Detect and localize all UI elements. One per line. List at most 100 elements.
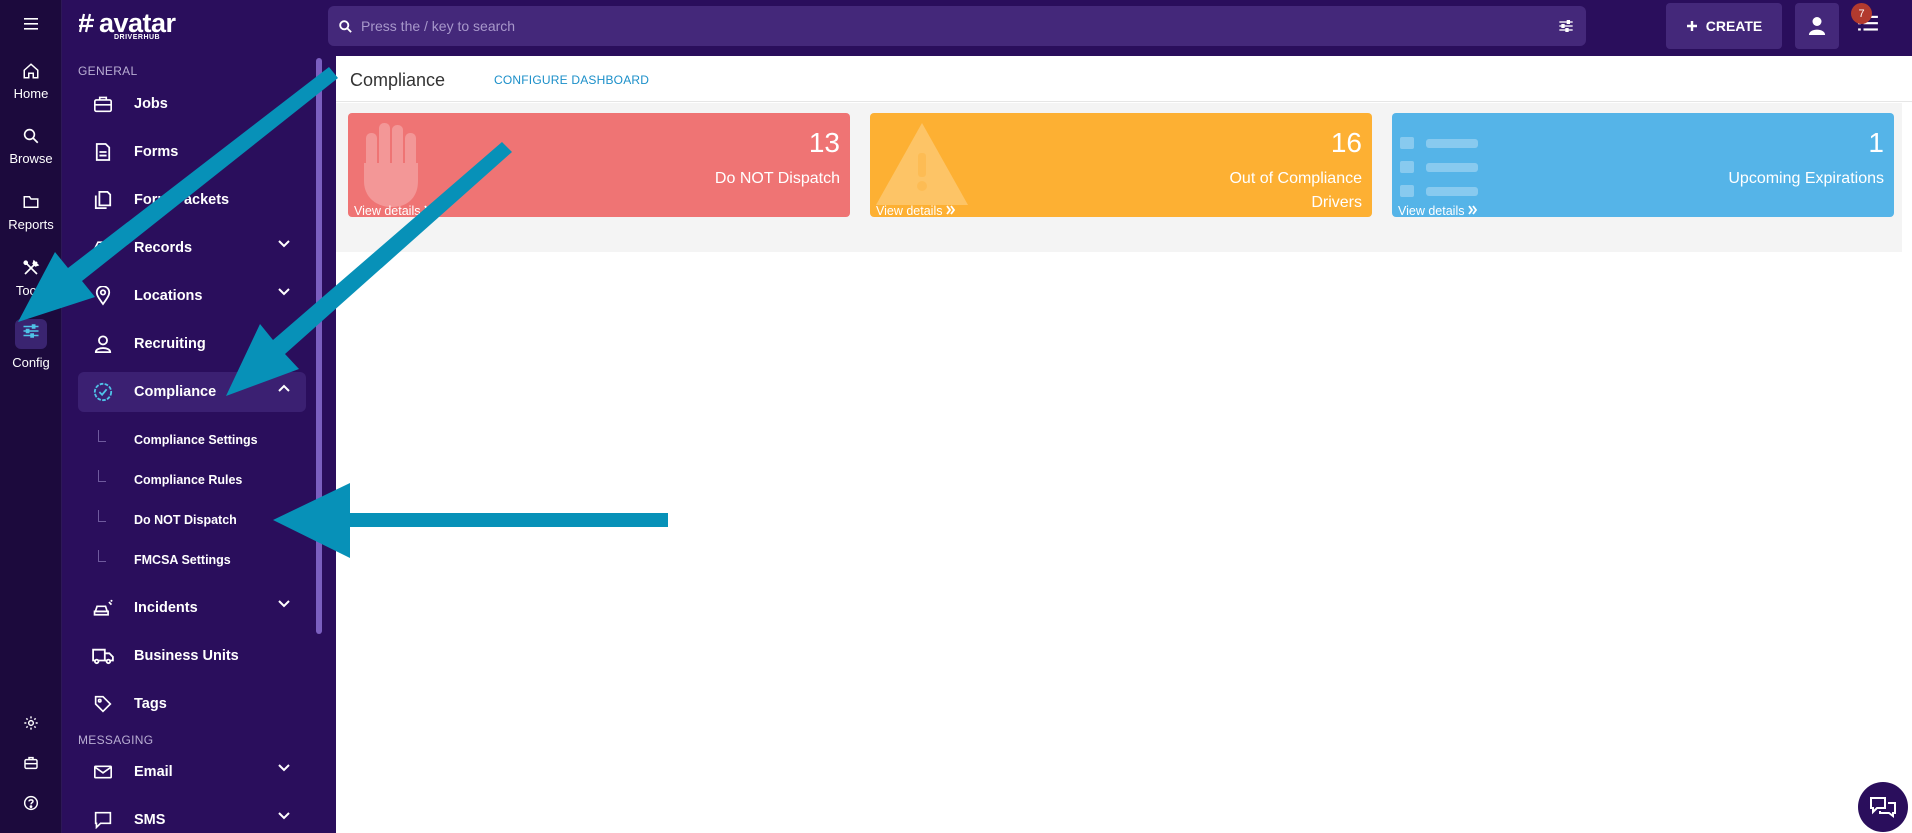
nav-business-units-label: Business Units: [134, 648, 239, 664]
nav-locations-label: Locations: [134, 288, 203, 304]
help-icon[interactable]: [0, 795, 62, 811]
sub-compliance-rules[interactable]: Compliance Rules: [134, 473, 242, 487]
card-upcoming-expirations[interactable]: 1 Upcoming Expirations View details: [1392, 113, 1894, 217]
user-icon: [1808, 17, 1826, 35]
rail-home-label: Home: [13, 86, 49, 101]
double-chevron-right-icon: [946, 205, 956, 215]
exclamation-mark: [917, 153, 927, 191]
view-details-link[interactable]: View details: [1398, 204, 1478, 217]
map-pin-icon: [95, 286, 111, 306]
sub-fmcsa-settings[interactable]: FMCSA Settings: [134, 553, 231, 567]
main-content: Compliance CONFIGURE DASHBOARD 13 Do NOT…: [336, 56, 1912, 833]
view-details-link[interactable]: View details: [876, 204, 956, 217]
hamburger-icon[interactable]: [0, 18, 62, 30]
chevron-down-icon[interactable]: [278, 764, 290, 772]
nav-locations[interactable]: Locations: [78, 276, 306, 316]
rail-tools-label: Tools: [15, 283, 47, 298]
card-label: Do NOT Dispatch: [714, 170, 840, 187]
double-chevron-right-icon: [424, 205, 434, 215]
tree-line: [98, 550, 106, 562]
logo-brand: avatar: [99, 8, 176, 38]
configure-dashboard-link[interactable]: CONFIGURE DASHBOARD: [494, 73, 649, 87]
card-do-not-dispatch[interactable]: 13 Do NOT Dispatch View details: [348, 113, 850, 217]
card-count: 16: [1330, 127, 1362, 158]
sub-compliance-settings[interactable]: Compliance Settings: [134, 433, 258, 447]
rail-home[interactable]: Home: [0, 62, 62, 101]
tools-icon: [23, 259, 40, 275]
rail-browse-label: Browse: [9, 151, 53, 166]
nav-email-label: Email: [134, 764, 173, 780]
nav-jobs-label: Jobs: [134, 96, 168, 112]
search-icon: [23, 128, 39, 144]
page-header: Compliance CONFIGURE DASHBOARD: [336, 56, 1912, 102]
nav-jobs[interactable]: Jobs: [78, 84, 306, 124]
create-button-label: CREATE: [1705, 18, 1763, 34]
briefcase-icon: [94, 96, 112, 113]
logo[interactable]: avatar DRIVERHUB: [78, 10, 176, 41]
filter-sliders-icon[interactable]: [1558, 19, 1574, 33]
nav-form-packets-label: Form Packets: [134, 192, 230, 208]
nav-sms[interactable]: SMS: [78, 800, 306, 833]
sliders-icon: [23, 324, 39, 338]
chevron-down-icon[interactable]: [278, 600, 290, 608]
nav-email[interactable]: Email: [78, 752, 306, 792]
nav-recruiting-label: Recruiting: [134, 336, 206, 352]
document-icon: [95, 143, 111, 161]
rail-browse[interactable]: Browse: [0, 127, 62, 166]
logo-mark-icon: [78, 13, 94, 33]
rail-tools[interactable]: Tools: [0, 259, 62, 298]
nav-records-label: Records: [134, 240, 193, 256]
chevron-up-icon[interactable]: [278, 384, 290, 392]
mail-icon: [94, 765, 112, 779]
left-rail: Home Browse Reports Tools Config: [0, 0, 62, 833]
car-crash-icon: [93, 599, 113, 616]
chat-widget-button[interactable]: [1858, 782, 1908, 832]
nav-forms-label: Forms: [134, 144, 179, 160]
rail-reports-label: Reports: [8, 217, 54, 232]
sub-do-not-dispatch[interactable]: Do NOT Dispatch: [134, 513, 237, 527]
nav-tags-label: Tags: [134, 696, 167, 712]
view-details-link[interactable]: View details: [354, 204, 434, 217]
tag-icon: [94, 695, 112, 713]
sidebar-scrollbar[interactable]: [316, 58, 322, 634]
nav-business-units[interactable]: Business Units: [78, 636, 306, 676]
rail-reports[interactable]: Reports: [0, 193, 62, 232]
home-icon: [23, 63, 39, 79]
search-bar[interactable]: [328, 6, 1586, 46]
nav-compliance[interactable]: Compliance: [78, 372, 306, 412]
card-label: Upcoming Expirations: [1728, 170, 1884, 187]
documents-icon: [94, 191, 112, 209]
section-messaging: MESSAGING: [78, 733, 154, 747]
card-label: Out of Compliance Drivers: [1229, 170, 1362, 211]
chevron-down-icon[interactable]: [278, 812, 290, 820]
list-icon: [1400, 137, 1478, 197]
user-icon: [94, 335, 112, 353]
nav-form-packets[interactable]: Form Packets: [78, 180, 306, 220]
chat-bubbles-icon: [1870, 797, 1896, 818]
plus-icon: [1686, 21, 1697, 31]
double-chevron-right-icon: [1468, 205, 1478, 215]
tree-line: [98, 510, 106, 522]
nav-recruiting[interactable]: Recruiting: [78, 324, 306, 364]
user-menu-button[interactable]: [1795, 3, 1839, 49]
nav-sms-label: SMS: [134, 812, 166, 828]
cards-area: 13 Do NOT Dispatch View details 16 Out o…: [336, 103, 1902, 252]
nav-incidents[interactable]: Incidents: [78, 588, 306, 628]
card-count: 13: [808, 127, 840, 158]
search-input[interactable]: [361, 18, 1521, 34]
nav-records[interactable]: Records: [78, 228, 306, 268]
nav-tags[interactable]: Tags: [78, 684, 306, 724]
card-out-of-compliance[interactable]: 16 Out of Compliance Drivers View details: [870, 113, 1372, 217]
notification-badge[interactable]: 7: [1851, 3, 1872, 24]
chevron-down-icon[interactable]: [278, 240, 290, 248]
chevron-down-icon[interactable]: [278, 288, 290, 296]
folder-icon: [23, 196, 39, 208]
rail-config[interactable]: Config: [0, 319, 62, 370]
hand-stop-icon: [364, 123, 418, 207]
nav-forms[interactable]: Forms: [78, 132, 306, 172]
create-button[interactable]: CREATE: [1666, 3, 1782, 49]
search-icon: [339, 19, 352, 33]
gear-icon[interactable]: [0, 715, 62, 731]
briefcase-icon[interactable]: [0, 755, 62, 771]
truck-icon: [92, 648, 114, 665]
